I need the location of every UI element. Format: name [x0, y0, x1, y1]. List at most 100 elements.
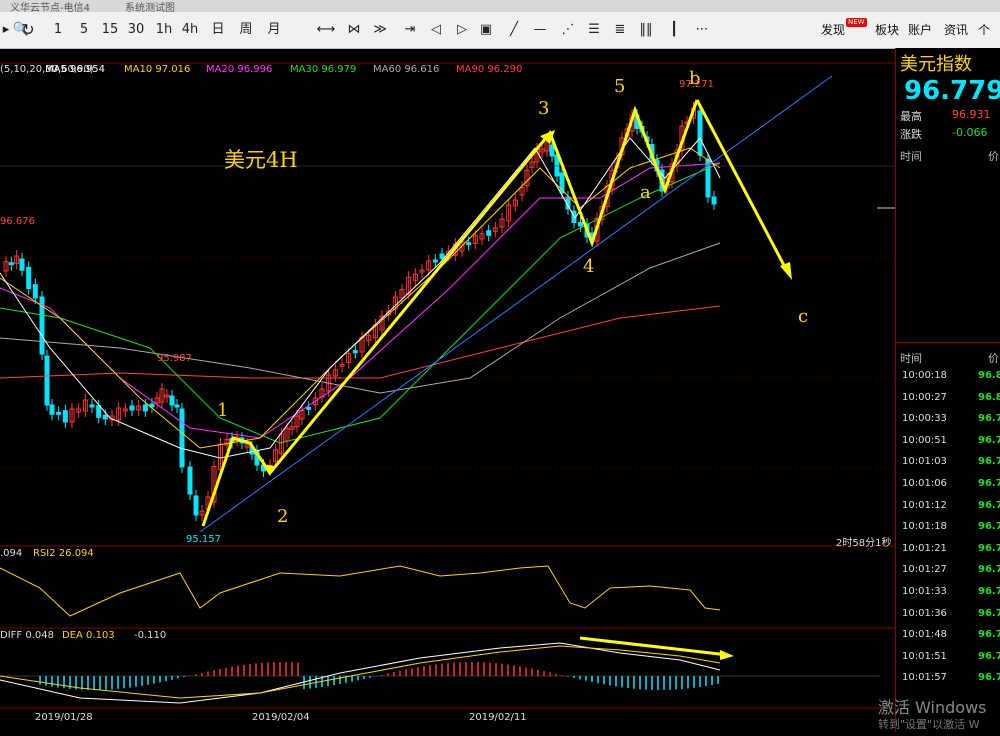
- candle-body: [578, 222, 583, 227]
- rays-icon[interactable]: ⋰: [558, 12, 578, 48]
- candle-body: [142, 404, 148, 412]
- high-value: 96.931: [952, 108, 991, 121]
- tick-price-head: 价: [988, 352, 999, 365]
- channel-icon[interactable]: ☰: [584, 12, 604, 48]
- ma-legend-item: MA30 96.979: [290, 64, 357, 75]
- tick-time: 10:00:51: [902, 434, 947, 446]
- date-label-1: 2019/01/28: [35, 712, 93, 723]
- text-tool-icon[interactable]: ┃: [664, 12, 684, 48]
- candle-body: [89, 404, 95, 408]
- fib-icon[interactable]: ≣: [610, 12, 630, 48]
- prev-icon[interactable]: ◁: [426, 12, 446, 48]
- macd-diff-line: [0, 642, 721, 704]
- personal-button[interactable]: 个性: [978, 12, 1000, 73]
- candle-body: [352, 350, 358, 354]
- tick-time: 10:01:27: [902, 564, 947, 576]
- candle-body: [174, 404, 180, 408]
- mid-price-label: 95.987: [157, 353, 192, 364]
- candle-body: [62, 410, 68, 423]
- arrow-head: [720, 650, 734, 660]
- tick-time: 10:01:21: [902, 542, 947, 554]
- scroll-right-icon[interactable]: ⇥: [400, 12, 420, 48]
- period-7-button[interactable]: 周: [234, 12, 258, 48]
- tick-price: 96.7: [978, 456, 1000, 468]
- candle-body: [466, 242, 472, 246]
- wave-a-label: a: [640, 182, 651, 203]
- wave-5-label: 5: [614, 76, 626, 97]
- fullscreen-icon[interactable]: ▣: [476, 12, 496, 48]
- symbol-name: 美元指数: [900, 54, 972, 75]
- bowtie-icon[interactable]: ⋈: [344, 12, 364, 48]
- tick-time: 10:01:57: [902, 672, 947, 684]
- discover-button[interactable]: 发现: [821, 12, 845, 48]
- candle-body: [169, 395, 175, 406]
- ma60-line: [0, 242, 721, 394]
- candle-body: [179, 408, 185, 468]
- windows-activation-hint: 转到"设置"以激活 W: [878, 718, 980, 731]
- more-icon[interactable]: ⋯: [692, 12, 712, 48]
- tick-time: 10:01:03: [902, 456, 947, 468]
- period-5-button[interactable]: 4h: [178, 12, 202, 48]
- tick-price: 96.7: [978, 521, 1000, 533]
- draw-line-icon[interactable]: ╱: [504, 12, 524, 48]
- ma20-line: [0, 162, 721, 439]
- last-price: 96.779: [904, 76, 1000, 106]
- tick-time: 10:00:33: [902, 413, 947, 425]
- window-title: 义华云节点-电信4: [10, 3, 90, 12]
- candle-body: [56, 411, 62, 415]
- ma-legend-item: MA10 97.016: [124, 64, 191, 75]
- date-label-2: 2019/02/04: [252, 712, 310, 723]
- next-icon[interactable]: ▷: [452, 12, 472, 48]
- refresh-icon[interactable]: ↻: [14, 12, 42, 48]
- collapse-icon[interactable]: ▸: [0, 12, 12, 48]
- window-titlebar: 义华云节点-电信4 系统测试图: [0, 0, 1000, 12]
- vlines-icon[interactable]: ‖‖: [636, 12, 656, 48]
- high-price-label: 97.271: [679, 79, 714, 90]
- period-2-button[interactable]: 15: [98, 12, 122, 48]
- candle-body: [306, 406, 312, 410]
- price-column-head: 价: [988, 150, 999, 163]
- period-4-button[interactable]: 1h: [152, 12, 176, 48]
- period-6-button[interactable]: 日: [206, 12, 230, 48]
- left-price-label: 96.676: [0, 216, 35, 227]
- tick-price: 96.8: [978, 370, 1000, 381]
- candle-body: [486, 230, 492, 236]
- date-label-3: 2019/02/11: [469, 712, 527, 723]
- period-1-button[interactable]: 5: [72, 12, 96, 48]
- rsi-legend: RSI2 26.094: [33, 548, 94, 559]
- account-button[interactable]: 账户: [908, 12, 932, 48]
- wave-2-label: 2: [277, 506, 289, 527]
- wave-4-label: 4: [583, 256, 595, 277]
- rsi-line: [0, 565, 721, 617]
- windows-activation-watermark: 激活 Windows: [878, 698, 987, 717]
- quote-panel: 美元指数 96.779 最高 96.931 涨跌 -0.066 时间 价 时间 …: [895, 48, 1000, 732]
- change-value: -0.066: [952, 126, 988, 139]
- period-0-button[interactable]: 1: [46, 12, 70, 48]
- window-subtitle: 系统测试图: [125, 3, 175, 12]
- tick-price: 96.7: [978, 434, 1000, 446]
- period-8-button[interactable]: 月: [262, 12, 286, 48]
- period-3-button[interactable]: 30: [124, 12, 148, 48]
- macd-dea-legend: DEA 0.103: [62, 630, 115, 641]
- candle-body: [96, 405, 102, 418]
- double-down-icon[interactable]: ≫: [370, 12, 390, 48]
- bidirectional-icon[interactable]: ⟷: [316, 12, 336, 48]
- candle-body: [8, 262, 14, 266]
- candle-body: [19, 258, 25, 271]
- news-button[interactable]: 资讯: [944, 12, 968, 48]
- candle-body: [432, 259, 438, 263]
- change-label: 涨跌: [900, 128, 922, 141]
- tick-time-head: 时间: [900, 352, 922, 365]
- chart-toolbar: ▸ 🔍 ↻ 1 5 15 30 1h 4h 日周月 ⟷ ⋈ ≫ ⇥ ◁ ▷ ▣ ╱ — ⋰ …: [0, 12, 1000, 73]
- sector-button[interactable]: 板块: [875, 12, 899, 48]
- chart-area[interactable]: (5,10,20,30,60,90) MA5 96.954 MA10 97.016…: [0, 48, 895, 732]
- rsi-left-value: .094: [0, 548, 23, 559]
- countdown-timer: 2时58分1秒: [836, 538, 892, 549]
- tick-time: 10:00:27: [902, 391, 947, 403]
- candle-body: [102, 414, 108, 420]
- candle-body: [44, 355, 50, 406]
- hline-icon[interactable]: —: [530, 12, 550, 48]
- candle-body: [439, 253, 445, 260]
- tick-time: 10:01:12: [902, 499, 947, 511]
- tick-price: 96.8: [978, 391, 1000, 403]
